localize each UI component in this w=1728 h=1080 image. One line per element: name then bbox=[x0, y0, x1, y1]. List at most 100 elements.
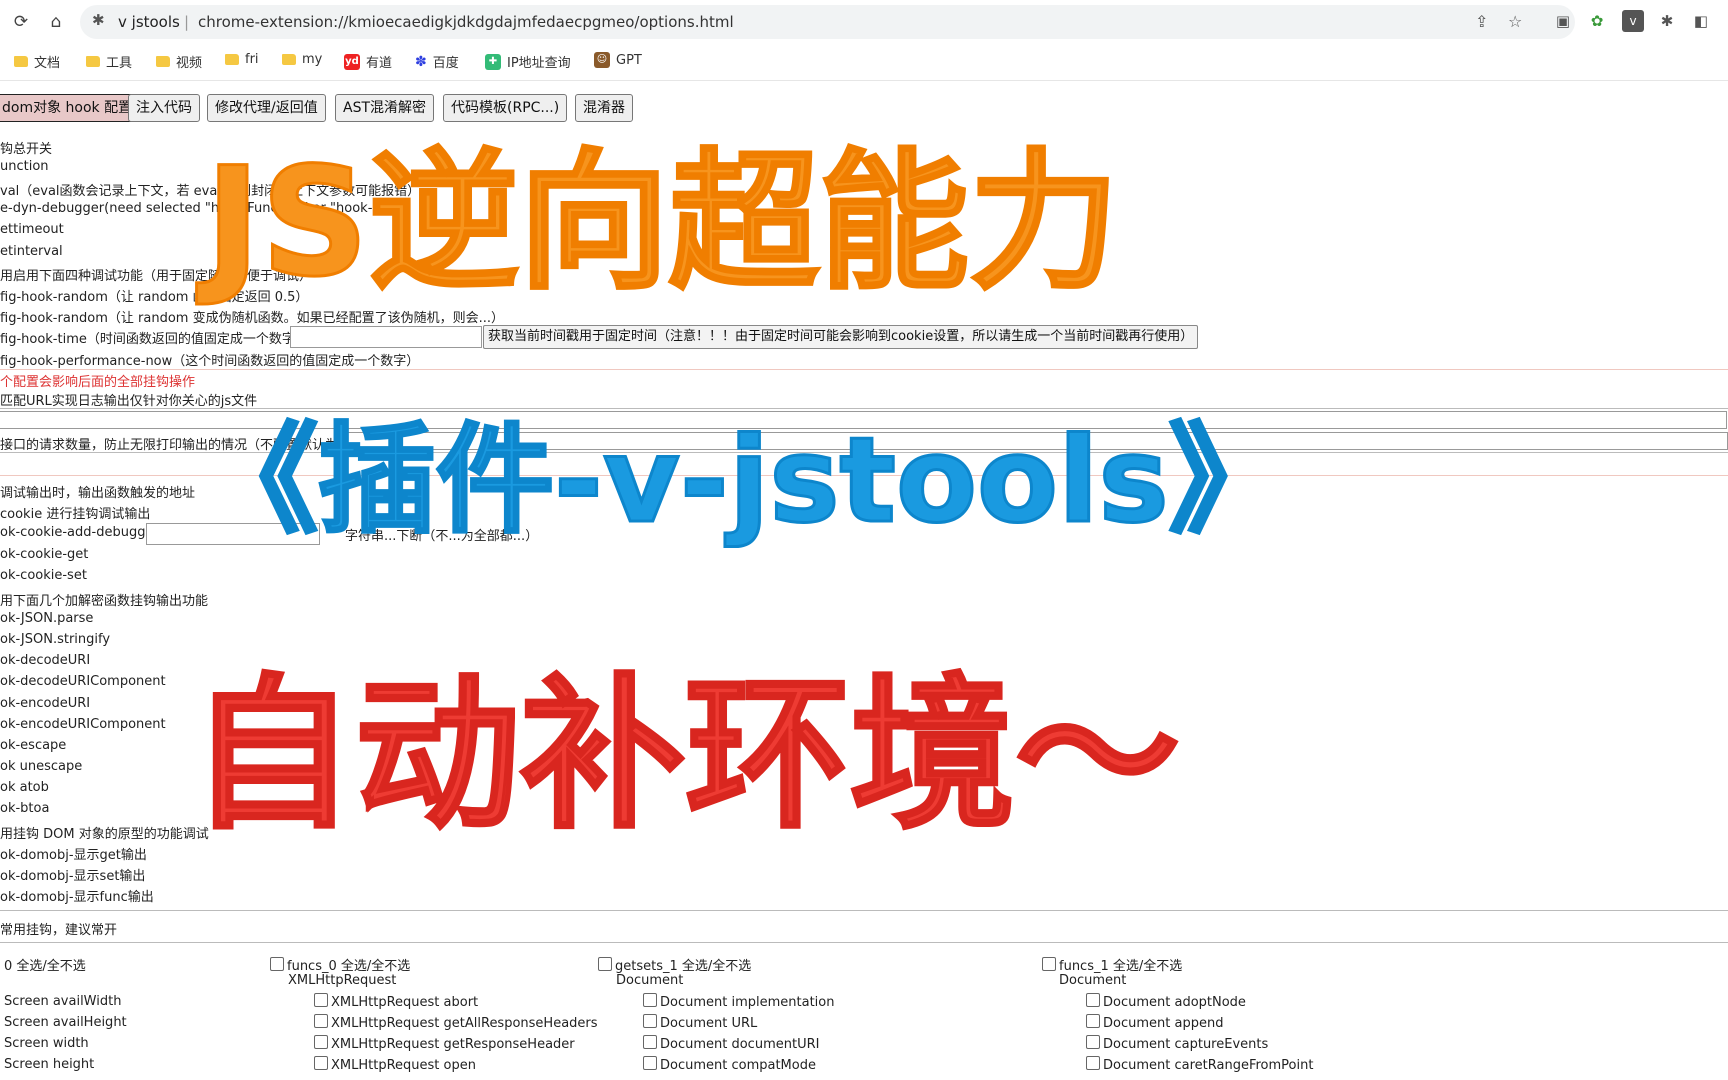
config-line[interactable]: etinterval bbox=[0, 244, 63, 259]
tab-modify-proxy[interactable]: 修改代理/返回值 bbox=[207, 94, 326, 122]
hook-item[interactable]: Screen width bbox=[4, 1036, 89, 1051]
group-label: Document bbox=[616, 973, 684, 988]
group-label: Document bbox=[1059, 973, 1127, 988]
hook-item[interactable]: Document implementation bbox=[643, 993, 834, 1010]
debug-line[interactable]: ok-decodeURIComponent bbox=[0, 674, 166, 689]
address-bar[interactable]: ✱ v jstools | chrome-extension://kmioeca… bbox=[80, 5, 1575, 39]
extension-puzzle-icon: ✱ bbox=[92, 11, 105, 29]
debug-line[interactable]: ok-JSON.stringify bbox=[0, 632, 110, 647]
reload-icon[interactable]: ⟳ bbox=[9, 10, 33, 34]
debug-line[interactable]: ok-encodeURIComponent bbox=[0, 717, 166, 732]
divider bbox=[0, 910, 1728, 911]
divider bbox=[0, 942, 1728, 943]
vjstools-extension-icon[interactable]: v bbox=[1622, 10, 1644, 32]
debug-line[interactable]: ok-encodeURI bbox=[0, 696, 90, 711]
hook-item[interactable]: Document captureEvents bbox=[1086, 1035, 1268, 1052]
hook-item[interactable]: Document compatMode bbox=[643, 1056, 816, 1073]
config-line[interactable]: 钩总开关 bbox=[0, 138, 52, 157]
debug-line[interactable]: ok-cookie-add-debugger bbox=[0, 525, 159, 540]
bookmark-folder[interactable]: fri bbox=[225, 52, 259, 67]
tab-search-icon[interactable]: ▣ bbox=[1552, 10, 1574, 32]
debug-line[interactable]: ok-domobj-显示func输出 bbox=[0, 886, 154, 905]
debug-line[interactable]: ok-domobj-显示set输出 bbox=[0, 865, 145, 884]
bookmark-folder[interactable]: 文档 bbox=[14, 52, 60, 71]
debug-line[interactable]: ok unescape bbox=[0, 759, 82, 774]
warning-text: 个配置会影响后面的全部挂钩操作 bbox=[0, 375, 196, 390]
side-panel-icon[interactable]: ◧ bbox=[1690, 10, 1712, 32]
checkbox[interactable] bbox=[1042, 957, 1056, 971]
extensions-puzzle-icon[interactable]: ✱ bbox=[1656, 10, 1678, 32]
checkbox[interactable] bbox=[598, 957, 612, 971]
checkbox[interactable] bbox=[314, 1035, 328, 1049]
tab-code-template[interactable]: 代码模板(RPC...) bbox=[443, 94, 568, 122]
tab-obfuscator[interactable]: 混淆器 bbox=[575, 94, 633, 122]
bookmark-baidu[interactable]: ✽ 百度 bbox=[415, 52, 459, 72]
hook-item[interactable]: Screen availWidth bbox=[4, 994, 121, 1009]
config-line[interactable]: ettimeout bbox=[0, 222, 64, 237]
hook-item[interactable]: XMLHttpRequest getAllResponseHeaders bbox=[314, 1014, 598, 1031]
hook-item[interactable]: Screen height bbox=[4, 1057, 94, 1072]
config-line[interactable]: fig-hook-time（时间函数返回的值固定成一个数字） bbox=[0, 328, 308, 347]
checkbox[interactable] bbox=[270, 957, 284, 971]
tab-inject-code[interactable]: 注入代码 bbox=[128, 94, 200, 122]
checkbox[interactable] bbox=[643, 1014, 657, 1028]
hook-item[interactable]: Document caretRangeFromPoint bbox=[1086, 1056, 1313, 1073]
checkbox[interactable] bbox=[1086, 1014, 1100, 1028]
hook-item[interactable]: XMLHttpRequest getResponseHeader bbox=[314, 1035, 575, 1052]
config-line[interactable]: unction bbox=[0, 159, 49, 174]
url-text[interactable]: chrome-extension://kmioecaedigkjdkdgdajm… bbox=[198, 13, 734, 31]
checkbox[interactable] bbox=[1086, 1035, 1100, 1049]
bookmark-folder[interactable]: 工具 bbox=[86, 52, 132, 71]
bookmark-folder[interactable]: 视频 bbox=[156, 52, 202, 71]
bookmark-star-icon[interactable]: ☆ bbox=[1508, 12, 1522, 31]
debug-line[interactable]: ok-btoa bbox=[0, 801, 49, 816]
select-all-checkbox[interactable]: funcs_0 全选/全不选 bbox=[270, 955, 410, 974]
checkbox[interactable] bbox=[643, 1035, 657, 1049]
extension-leaf-icon[interactable]: ✿ bbox=[1586, 10, 1608, 32]
hook-item[interactable]: XMLHttpRequest abort bbox=[314, 993, 478, 1010]
select-all-checkbox[interactable]: 0 全选/全不选 bbox=[4, 955, 86, 974]
debug-line[interactable]: ok-decodeURI bbox=[0, 653, 90, 668]
hook-item[interactable]: Document URL bbox=[643, 1014, 757, 1031]
tab-dom-hook-config[interactable]: dom对象 hook 配置 bbox=[0, 94, 141, 122]
bookmarks-bar: 文档 工具 视频 fri my yd 有道 ✽ 百度 ✚ IP地址查询 ☺ GPT bbox=[0, 44, 1728, 81]
debug-line[interactable]: 调试输出时，输出函数触发的地址 bbox=[0, 482, 195, 501]
divider bbox=[0, 369, 1728, 370]
bookmark-ip-lookup[interactable]: ✚ IP地址查询 bbox=[485, 52, 571, 71]
hook-item[interactable]: Document adoptNode bbox=[1086, 993, 1246, 1010]
checkbox[interactable] bbox=[314, 1014, 328, 1028]
gpt-icon: ☺ bbox=[594, 52, 610, 68]
checkbox[interactable] bbox=[1086, 1056, 1100, 1070]
home-icon[interactable]: ⌂ bbox=[44, 10, 68, 34]
bookmark-youdao[interactable]: yd 有道 bbox=[344, 52, 392, 71]
ip-lookup-icon: ✚ bbox=[485, 53, 501, 70]
select-all-checkbox[interactable]: getsets_1 全选/全不选 bbox=[598, 955, 751, 974]
debug-line[interactable]: ok-domobj-显示get输出 bbox=[0, 844, 147, 863]
checkbox[interactable] bbox=[1086, 993, 1100, 1007]
overlay-title-line3: 自动补环境～ bbox=[189, 658, 1182, 853]
bookmark-folder[interactable]: my bbox=[282, 52, 322, 67]
debug-line[interactable]: ok atob bbox=[0, 780, 49, 795]
debug-line[interactable]: ok-cookie-get bbox=[0, 547, 88, 562]
checkbox[interactable] bbox=[643, 1056, 657, 1070]
checkbox[interactable] bbox=[314, 1056, 328, 1070]
overlay-title-line1: JS逆向超能力 bbox=[204, 135, 1121, 312]
get-timestamp-button[interactable]: 获取当前时间戳用于固定时间（注意！！！由于固定时间可能会影响到cookie设置，… bbox=[483, 325, 1199, 349]
config-line[interactable]: fig-hook-performance-now（这个时间函数返回的值固定成一个… bbox=[0, 350, 419, 369]
bookmark-gpt[interactable]: ☺ GPT bbox=[594, 52, 642, 68]
debug-line[interactable]: ok-cookie-set bbox=[0, 568, 87, 583]
baidu-paw-icon: ✽ bbox=[415, 53, 427, 70]
hook-item[interactable]: Screen availHeight bbox=[4, 1015, 127, 1030]
debug-line[interactable]: ok-JSON.parse bbox=[0, 611, 93, 626]
hook-item[interactable]: Document append bbox=[1086, 1014, 1223, 1031]
checkbox[interactable] bbox=[314, 993, 328, 1007]
tab-ast-deobfuscate[interactable]: AST混淆解密 bbox=[335, 94, 435, 122]
select-all-checkbox[interactable]: funcs_1 全选/全不选 bbox=[1042, 955, 1182, 974]
debug-line[interactable]: ok-escape bbox=[0, 738, 66, 753]
debug-line: 用挂钩 DOM 对象的原型的功能调试 bbox=[0, 827, 209, 842]
share-icon[interactable]: ⇪ bbox=[1475, 12, 1488, 31]
fixed-time-input[interactable] bbox=[290, 326, 482, 348]
hook-item[interactable]: Document documentURI bbox=[643, 1035, 819, 1052]
checkbox[interactable] bbox=[643, 993, 657, 1007]
hook-item[interactable]: XMLHttpRequest open bbox=[314, 1056, 476, 1073]
